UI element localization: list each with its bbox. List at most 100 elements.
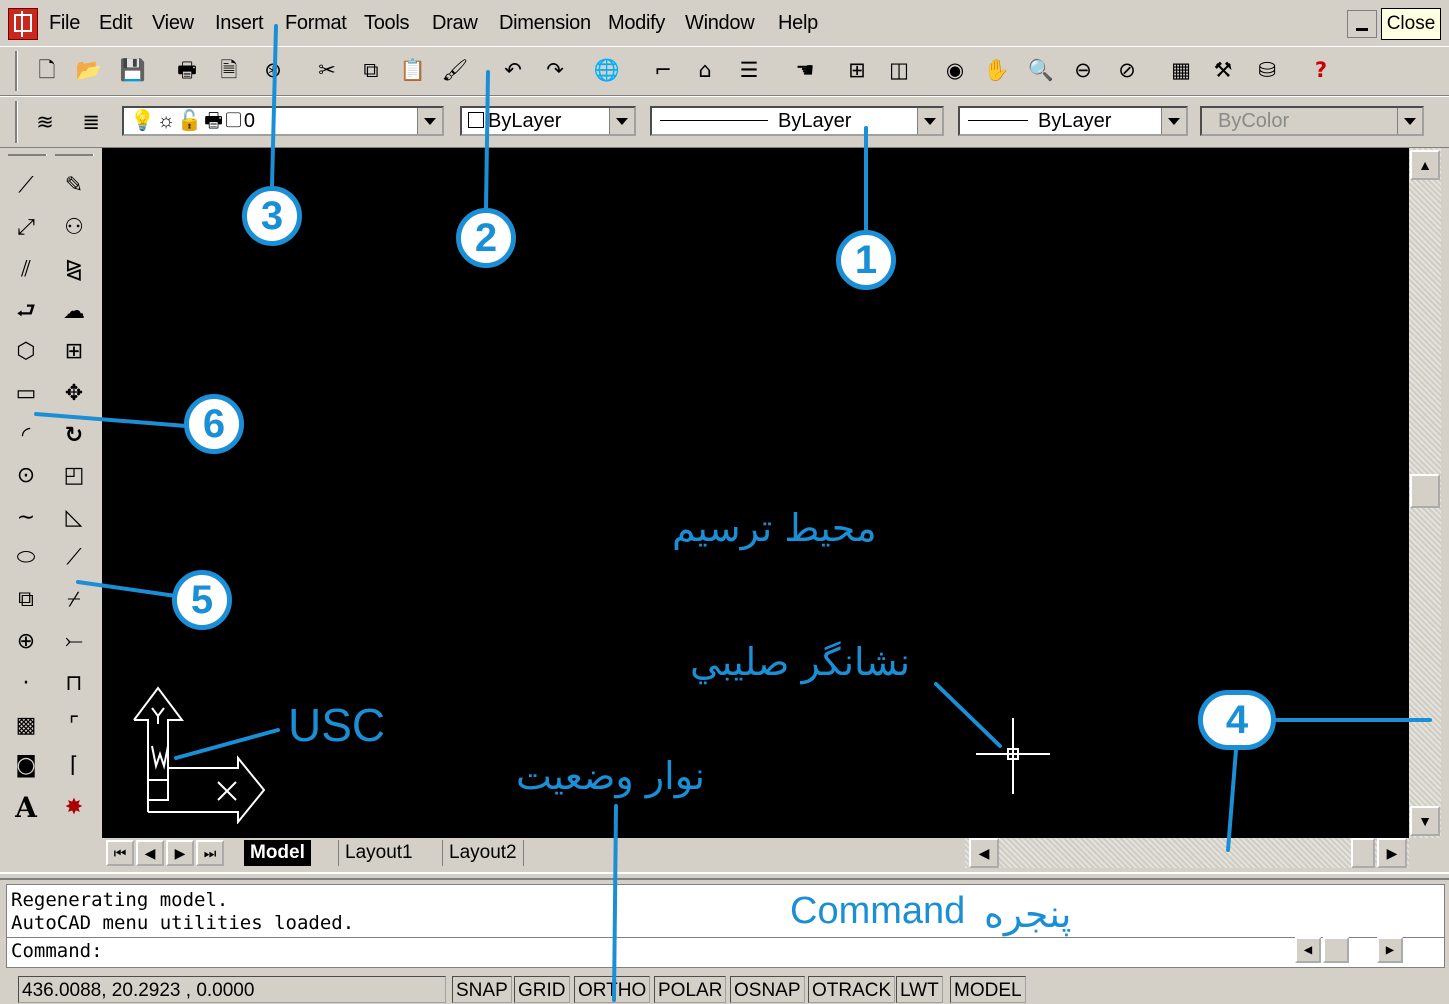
tab-layout1[interactable]: Layout1 <box>338 840 419 866</box>
open-folder-icon[interactable]: 📂 <box>74 55 104 85</box>
menu-draw[interactable]: Draw <box>432 12 478 35</box>
scale-icon[interactable]: ◰ <box>56 458 92 494</box>
linetype-combo[interactable]: ByLayer <box>650 106 944 136</box>
menu-help[interactable]: Help <box>778 12 818 35</box>
scroll-right-icon[interactable]: ▶ <box>1377 838 1407 868</box>
toolbar-grip[interactable] <box>55 154 94 156</box>
insert-block-icon[interactable]: ⧉ <box>8 582 44 618</box>
print-icon[interactable]: 🖶 <box>172 55 202 85</box>
cut-icon[interactable]: ✂ <box>312 55 342 85</box>
close-button[interactable]: Close <box>1381 8 1441 40</box>
menu-modify[interactable]: Modify <box>608 12 665 35</box>
multiline-icon[interactable]: ⫽ <box>8 252 44 288</box>
pan-icon[interactable]: ✋ <box>982 55 1012 85</box>
zoom-realtime-icon[interactable]: 🔍 <box>1026 55 1056 85</box>
command-prompt[interactable]: Command: <box>11 940 103 962</box>
tiled-viewport-icon[interactable]: ⊞ <box>842 55 872 85</box>
zoom-previous-icon[interactable]: ⊘ <box>1112 55 1142 85</box>
new-file-icon[interactable]: 🗋 <box>32 55 62 85</box>
lineweight-combo[interactable]: ByLayer <box>958 106 1188 136</box>
model-toggle[interactable]: MODEL <box>950 976 1026 1003</box>
chamfer-icon[interactable]: ⌜ <box>56 708 92 744</box>
layer-combo[interactable]: 💡☼🔓🖶▢0 <box>122 106 444 136</box>
named-views-icon[interactable]: ⌂ <box>690 55 720 85</box>
menu-dimension[interactable]: Dimension <box>499 12 591 35</box>
publish-icon[interactable]: ⊛ <box>258 55 288 85</box>
copy-object-icon[interactable]: ⚇ <box>56 210 92 246</box>
chevron-down-icon[interactable] <box>609 108 634 134</box>
lwt-toggle[interactable]: LWT <box>896 976 943 1003</box>
vertical-scrollbar[interactable]: ▲ ▼ <box>1409 148 1441 838</box>
spline-icon[interactable]: ∼ <box>8 500 44 536</box>
scroll-thumb[interactable] <box>1410 474 1440 508</box>
properties-icon[interactable]: ▦ <box>1166 55 1196 85</box>
osnap-toggle[interactable]: OSNAP <box>730 976 805 1003</box>
fillet-icon[interactable]: ⌈ <box>56 748 92 784</box>
polygon-icon[interactable]: ⬡ <box>8 334 44 370</box>
region-icon[interactable]: ◙ <box>8 748 44 784</box>
orbit-icon[interactable]: ◉ <box>940 55 970 85</box>
toolbar-grip[interactable] <box>15 51 18 91</box>
scroll-right-icon[interactable]: ▶ <box>1377 937 1403 963</box>
next-tab-icon[interactable]: ▶ <box>166 840 194 866</box>
command-window[interactable]: Regenerating model. AutoCAD menu utiliti… <box>6 884 1445 968</box>
grid-toggle[interactable]: GRID <box>514 976 570 1003</box>
snap-toggle[interactable]: SNAP <box>452 976 512 1003</box>
explode-icon[interactable]: ✸ <box>56 790 92 826</box>
command-window-splitter[interactable] <box>0 872 1449 880</box>
lengthen-icon[interactable]: ⟋ <box>56 540 92 576</box>
move-icon[interactable]: ✥ <box>56 376 92 412</box>
construction-line-icon[interactable]: ⤢ <box>8 210 44 246</box>
undo-icon[interactable]: ↶ <box>498 55 528 85</box>
menu-insert[interactable]: Insert <box>215 12 264 35</box>
menu-tools[interactable]: Tools <box>364 12 410 35</box>
scroll-left-icon[interactable]: ◀ <box>1295 937 1321 963</box>
chevron-down-icon[interactable] <box>1161 108 1186 134</box>
horizontal-scrollbar[interactable]: ◀ ▶ <box>965 838 1409 868</box>
menu-edit[interactable]: Edit <box>99 12 133 35</box>
color-combo[interactable]: ByLayer <box>460 106 636 136</box>
circle-icon[interactable]: ⊙ <box>8 458 44 494</box>
copy-icon[interactable]: ⧉ <box>356 55 386 85</box>
zoom-window-icon[interactable]: ⊖ <box>1068 55 1098 85</box>
aerial-view-icon[interactable]: ◫ <box>884 55 914 85</box>
arc-icon[interactable]: ◜ <box>8 418 44 454</box>
last-tab-icon[interactable]: ⏭ <box>196 840 224 866</box>
first-tab-icon[interactable]: ⏮ <box>106 840 134 866</box>
save-icon[interactable]: 💾 <box>118 55 148 85</box>
hatch-icon[interactable]: ▩ <box>8 708 44 744</box>
tab-layout2[interactable]: Layout2 <box>442 840 524 866</box>
menu-window[interactable]: Window <box>685 12 755 35</box>
array-icon[interactable]: ⊞ <box>56 334 92 370</box>
layer-previous-icon[interactable]: ≣ <box>76 107 106 137</box>
design-center-icon[interactable]: ⚒ <box>1208 55 1238 85</box>
stretch-icon[interactable]: ◺ <box>56 500 92 536</box>
line-icon[interactable]: ⟋ <box>8 168 44 204</box>
autocad-logo-icon[interactable] <box>8 8 38 40</box>
mirror-icon[interactable]: ⧎ <box>56 252 92 288</box>
minimize-button[interactable] <box>1347 10 1377 38</box>
ortho-toggle[interactable]: ORTHO <box>574 976 651 1003</box>
chevron-down-icon[interactable] <box>917 108 942 134</box>
toolbar-grip[interactable] <box>8 154 47 156</box>
db-connect-icon[interactable]: ⛁ <box>1252 55 1282 85</box>
extend-icon[interactable]: ⤚ <box>56 624 92 660</box>
scroll-down-icon[interactable]: ▼ <box>1410 806 1440 836</box>
otrack-toggle[interactable]: OTRACK <box>808 976 896 1003</box>
pan-realtime-icon[interactable]: ☚ <box>790 55 820 85</box>
menu-file[interactable]: File <box>49 12 80 35</box>
rectangle-icon[interactable]: ▭ <box>8 376 44 412</box>
tab-model[interactable]: Model <box>244 840 311 866</box>
chevron-down-icon[interactable] <box>417 108 442 134</box>
offset-icon[interactable]: ☁ <box>56 294 92 330</box>
break-icon[interactable]: ⊓ <box>56 666 92 702</box>
trim-icon[interactable]: ⌿ <box>56 582 92 618</box>
point-icon[interactable]: · <box>8 666 44 702</box>
scroll-thumb[interactable] <box>1323 937 1349 963</box>
rotate-icon[interactable]: ↻ <box>56 418 92 454</box>
erase-icon[interactable]: ✎ <box>56 168 92 204</box>
redo-icon[interactable]: ↷ <box>540 55 570 85</box>
toolbar-grip[interactable] <box>15 101 18 143</box>
paste-icon[interactable]: 📋 <box>398 55 428 85</box>
web-globe-icon[interactable]: 🌐 <box>592 55 622 85</box>
